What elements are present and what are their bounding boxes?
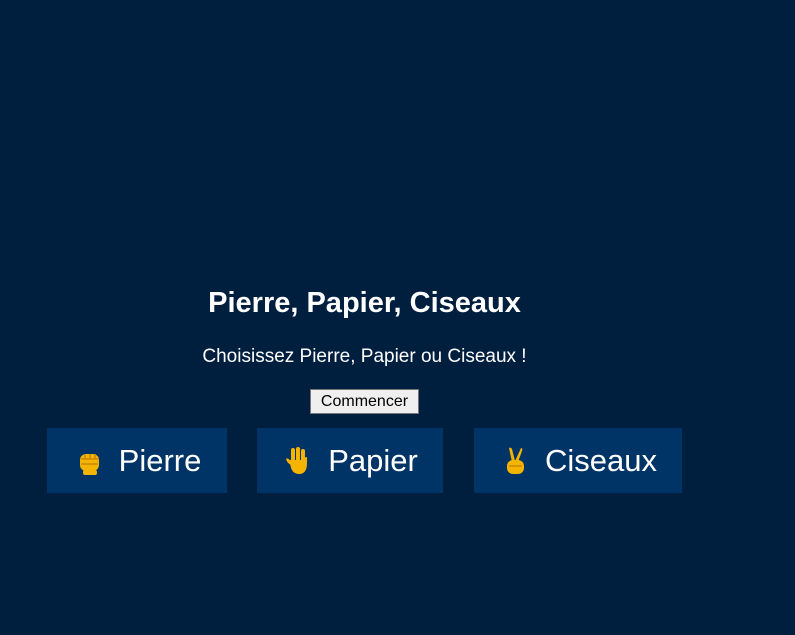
raised-fist-icon	[73, 445, 105, 477]
raised-hand-icon	[282, 445, 314, 477]
scissors-label: Ciseaux	[545, 442, 657, 478]
page-title: Pierre, Papier, Ciseaux	[208, 287, 521, 319]
paper-label: Papier	[328, 442, 418, 478]
scissors-button[interactable]: Ciseaux	[474, 428, 682, 493]
rock-label: Pierre	[118, 442, 202, 478]
paper-button[interactable]: Papier	[257, 428, 443, 493]
start-button[interactable]: Commencer	[310, 389, 419, 414]
victory-hand-icon	[499, 445, 531, 477]
rock-button[interactable]: Pierre	[47, 428, 227, 493]
game-page: Pierre, Papier, Ciseaux Choisissez Pierr…	[0, 0, 795, 635]
instruction-text: Choisissez Pierre, Papier ou Ciseaux !	[202, 346, 527, 367]
